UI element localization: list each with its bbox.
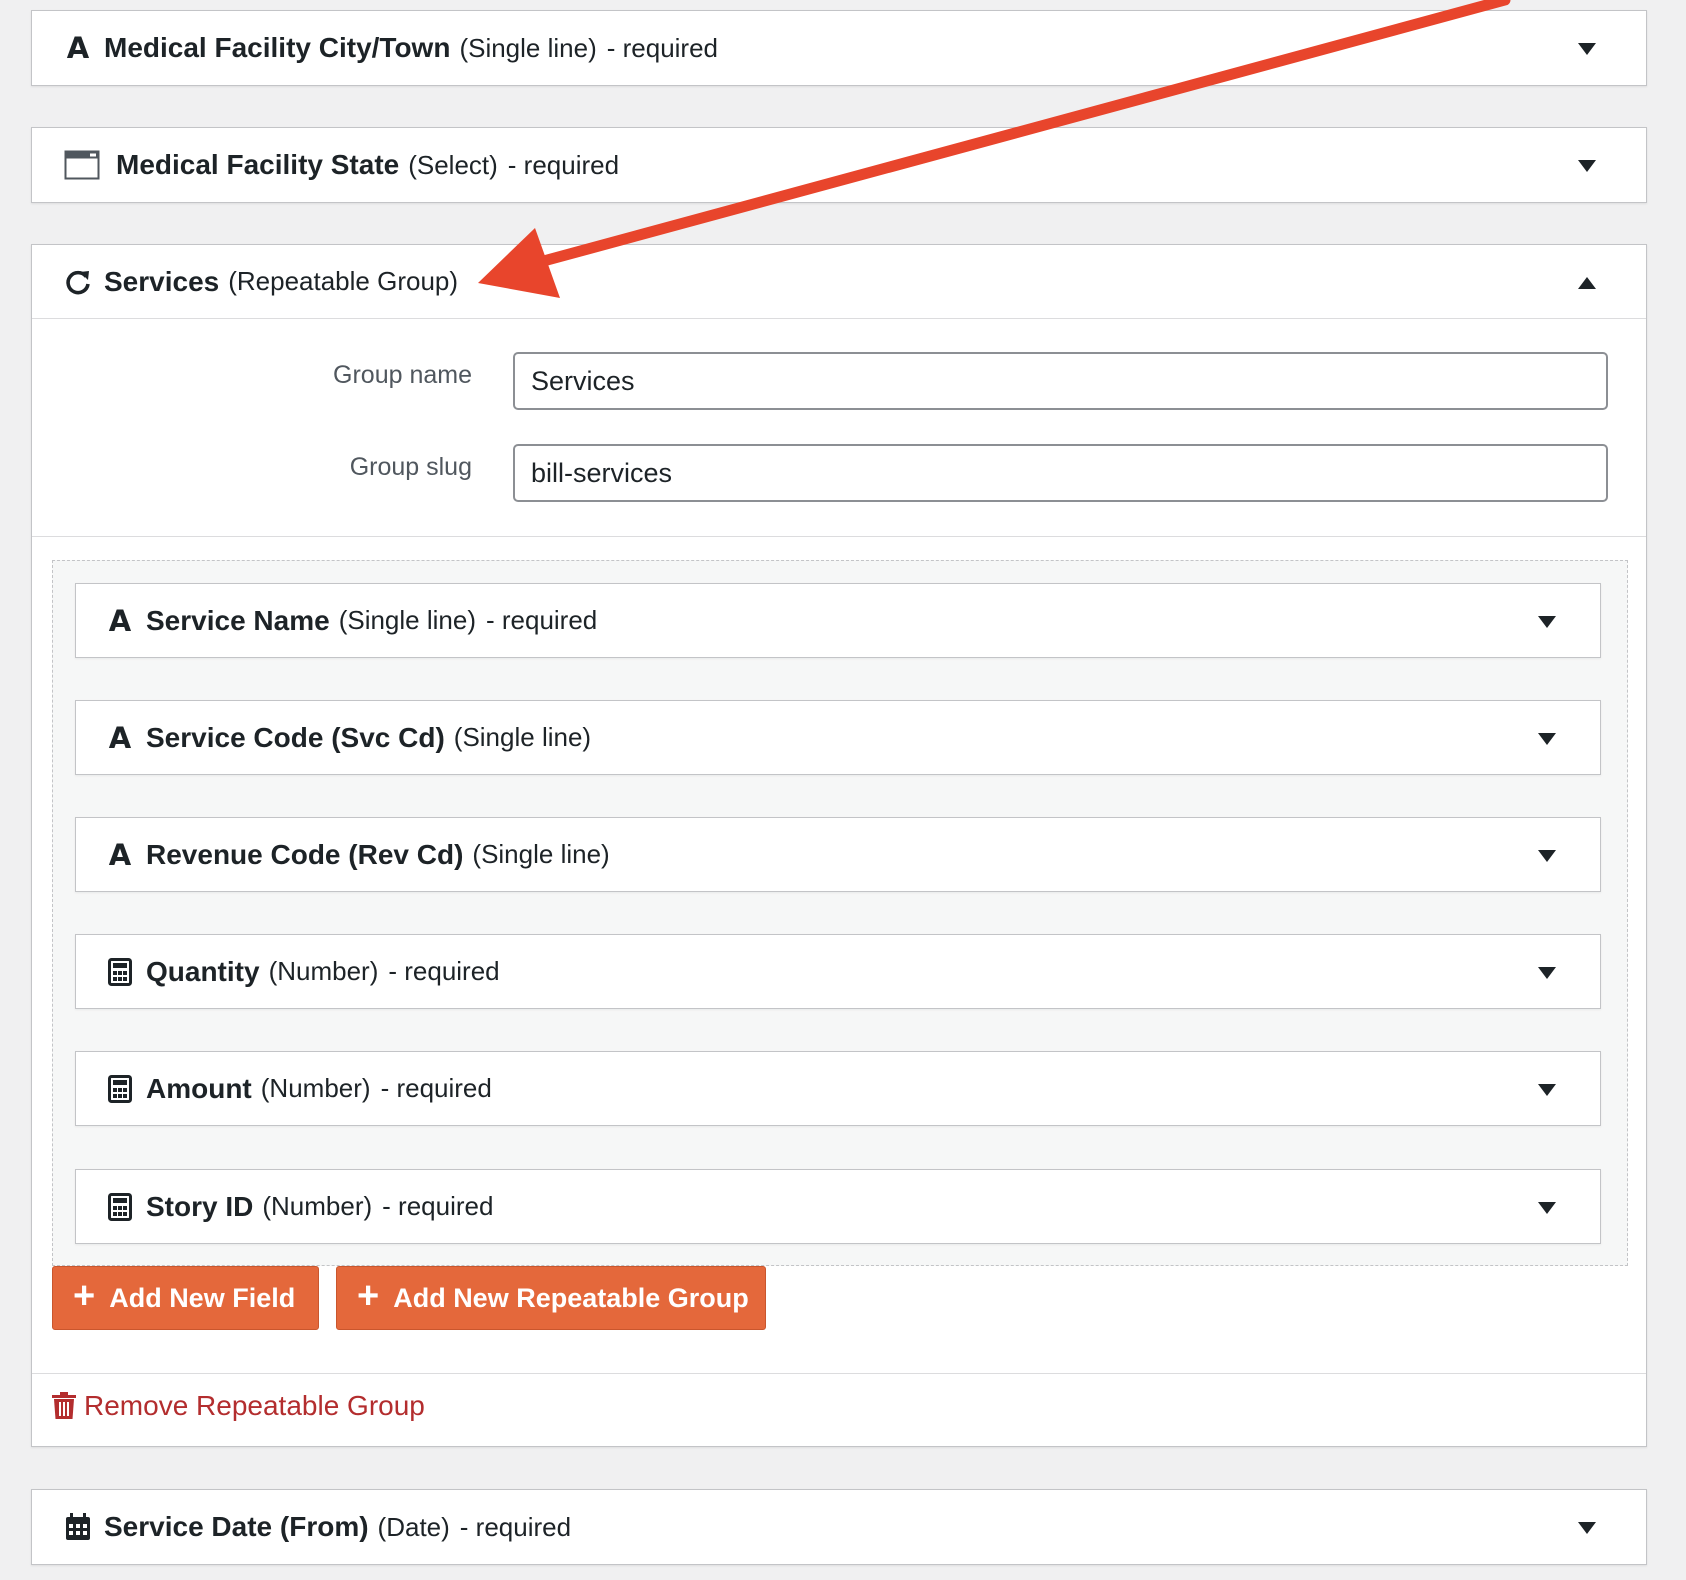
annotation-arrow — [478, 0, 1511, 298]
form-builder: A Medical Facility City/Town (Single lin… — [0, 0, 1686, 1580]
